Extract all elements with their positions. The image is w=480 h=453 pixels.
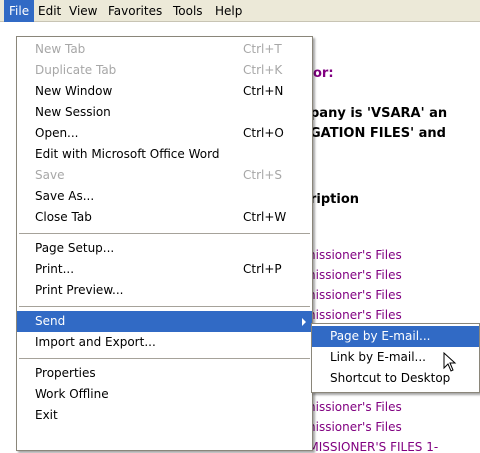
description-header: ription	[310, 192, 360, 207]
page-heading-fragment: or:	[313, 66, 334, 81]
menu-tools[interactable]: Tools	[168, 0, 208, 22]
file-link[interactable]: nissioner's Files	[308, 288, 402, 302]
menu-item-import-export[interactable]: Import and Export...	[17, 332, 312, 353]
file-link[interactable]: MMISSIONER'S FILES 1-	[298, 440, 438, 453]
file-link[interactable]: nissioner's Files	[308, 308, 402, 322]
file-menu: New Tab Ctrl+T Duplicate Tab Ctrl+K New …	[16, 36, 313, 451]
menu-edit[interactable]: Edit	[33, 0, 66, 22]
file-link[interactable]: nissioner's Files	[308, 248, 402, 262]
file-link[interactable]: nissioner's Files	[308, 268, 402, 282]
menu-item-new-tab[interactable]: New Tab Ctrl+T	[17, 39, 312, 60]
menu-item-print[interactable]: Print... Ctrl+P	[17, 259, 312, 280]
file-link[interactable]: nissioner's Files	[308, 400, 402, 414]
menu-item-close-tab[interactable]: Close Tab Ctrl+W	[17, 207, 312, 228]
menu-item-save-as[interactable]: Save As...	[17, 186, 312, 207]
menu-item-properties[interactable]: Properties	[17, 363, 312, 384]
menu-item-new-window[interactable]: New Window Ctrl+N	[17, 81, 312, 102]
menu-view[interactable]: View	[64, 0, 102, 22]
menu-item-page-by-email[interactable]: Page by E-mail...	[312, 326, 479, 347]
menu-item-page-setup[interactable]: Page Setup...	[17, 238, 312, 259]
page-text-line-2: GATION FILES' and	[310, 126, 446, 141]
file-link[interactable]: nissioner's Files	[308, 420, 402, 434]
menu-item-print-preview[interactable]: Print Preview...	[17, 280, 312, 301]
menu-file[interactable]: File	[4, 0, 35, 22]
menu-separator	[19, 306, 310, 307]
page-text-line-1: pany is 'VSARA' an	[310, 106, 448, 121]
menu-item-edit-with-word[interactable]: Edit with Microsoft Office Word	[17, 144, 312, 165]
menu-item-save[interactable]: Save Ctrl+S	[17, 165, 312, 186]
menu-item-work-offline[interactable]: Work Offline	[17, 384, 312, 405]
menu-favorites[interactable]: Favorites	[103, 0, 167, 22]
menu-help[interactable]: Help	[210, 0, 247, 22]
menu-separator	[19, 233, 310, 234]
menu-item-send[interactable]: Send	[17, 311, 312, 332]
menu-item-new-session[interactable]: New Session	[17, 102, 312, 123]
menu-item-exit[interactable]: Exit	[17, 405, 312, 426]
menu-separator	[19, 358, 310, 359]
menu-item-duplicate-tab[interactable]: Duplicate Tab Ctrl+K	[17, 60, 312, 81]
menu-item-open[interactable]: Open... Ctrl+O	[17, 123, 312, 144]
menu-bar: File Edit View Favorites Tools Help	[0, 0, 480, 22]
mouse-cursor-icon	[443, 352, 457, 372]
submenu-arrow-icon	[302, 318, 306, 326]
